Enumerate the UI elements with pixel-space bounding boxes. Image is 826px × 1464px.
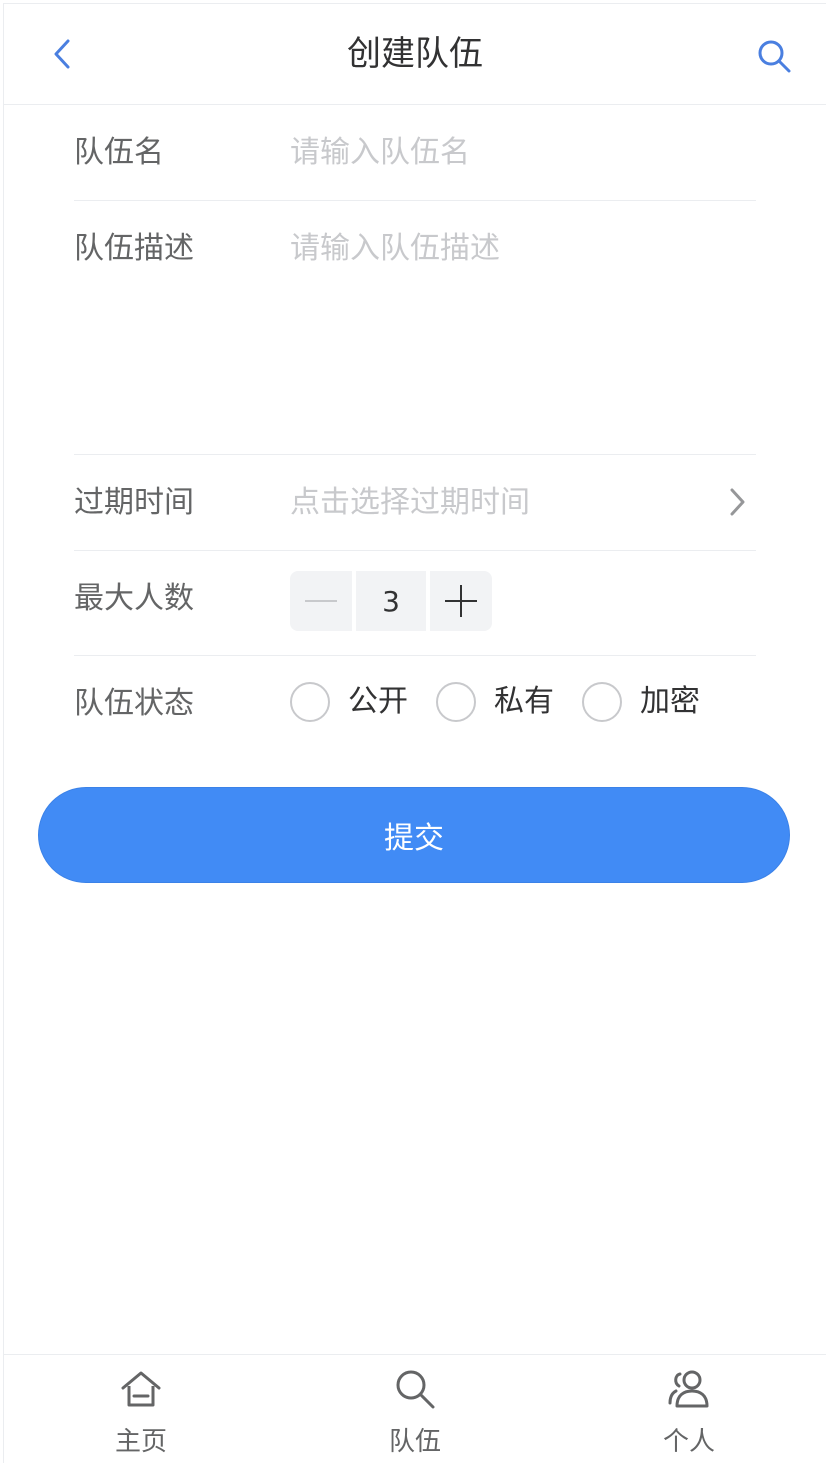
- radio-private[interactable]: 私有: [436, 682, 554, 722]
- expire-time-placeholder: 点击选择过期时间: [290, 485, 530, 520]
- search-icon: [396, 1370, 435, 1409]
- home-icon: [121, 1371, 161, 1407]
- tab-label: 队伍: [388, 1427, 441, 1457]
- max-members-stepper: 3: [290, 571, 492, 631]
- team-status-radio-group: 公开 私有 加密: [290, 682, 728, 722]
- nav-bar: 创建队伍: [4, 4, 826, 105]
- max-members-label: 最大人数: [74, 581, 194, 616]
- tab-label: 个人: [662, 1427, 715, 1457]
- max-members-value[interactable]: 3: [356, 571, 426, 631]
- max-members-cell: 最大人数 3: [74, 551, 756, 656]
- decrease-button[interactable]: [290, 571, 352, 631]
- expire-time-cell[interactable]: 过期时间 点击选择过期时间: [74, 455, 756, 551]
- team-status-label: 队伍状态: [74, 686, 194, 721]
- radio-label: 加密: [640, 684, 700, 719]
- team-description-label: 队伍描述: [74, 231, 194, 266]
- tab-home[interactable]: 主页: [4, 1355, 278, 1464]
- minus-icon: [305, 600, 337, 602]
- radio-circle[interactable]: [582, 682, 622, 722]
- team-status-cell: 队伍状态 公开 私有 加密: [74, 656, 756, 756]
- team-name-input[interactable]: [290, 133, 756, 173]
- radio-label: 公开: [348, 684, 408, 719]
- submit-button[interactable]: 提交: [38, 787, 790, 883]
- expire-time-label: 过期时间: [74, 485, 194, 520]
- team-description-input[interactable]: [290, 229, 756, 409]
- search-icon: [758, 40, 791, 73]
- users-icon: [668, 1370, 709, 1408]
- radio-public[interactable]: 公开: [290, 682, 408, 722]
- tab-team[interactable]: 队伍: [278, 1355, 552, 1464]
- radio-encrypted[interactable]: 加密: [582, 682, 700, 722]
- page-title: 创建队伍: [347, 34, 483, 74]
- team-name-label: 队伍名: [74, 135, 164, 170]
- tab-label: 主页: [114, 1427, 167, 1457]
- chevron-right-icon: [730, 488, 745, 516]
- plus-icon: [445, 585, 477, 617]
- team-description-cell: 队伍描述: [74, 201, 756, 455]
- team-name-cell: 队伍名: [74, 105, 756, 201]
- radio-label: 私有: [494, 684, 554, 719]
- search-button[interactable]: [752, 34, 796, 78]
- tab-profile[interactable]: 个人: [552, 1355, 826, 1464]
- increase-button[interactable]: [430, 571, 492, 631]
- radio-circle[interactable]: [290, 682, 330, 722]
- radio-circle[interactable]: [436, 682, 476, 722]
- tab-bar: 主页 队伍 个人: [4, 1354, 826, 1464]
